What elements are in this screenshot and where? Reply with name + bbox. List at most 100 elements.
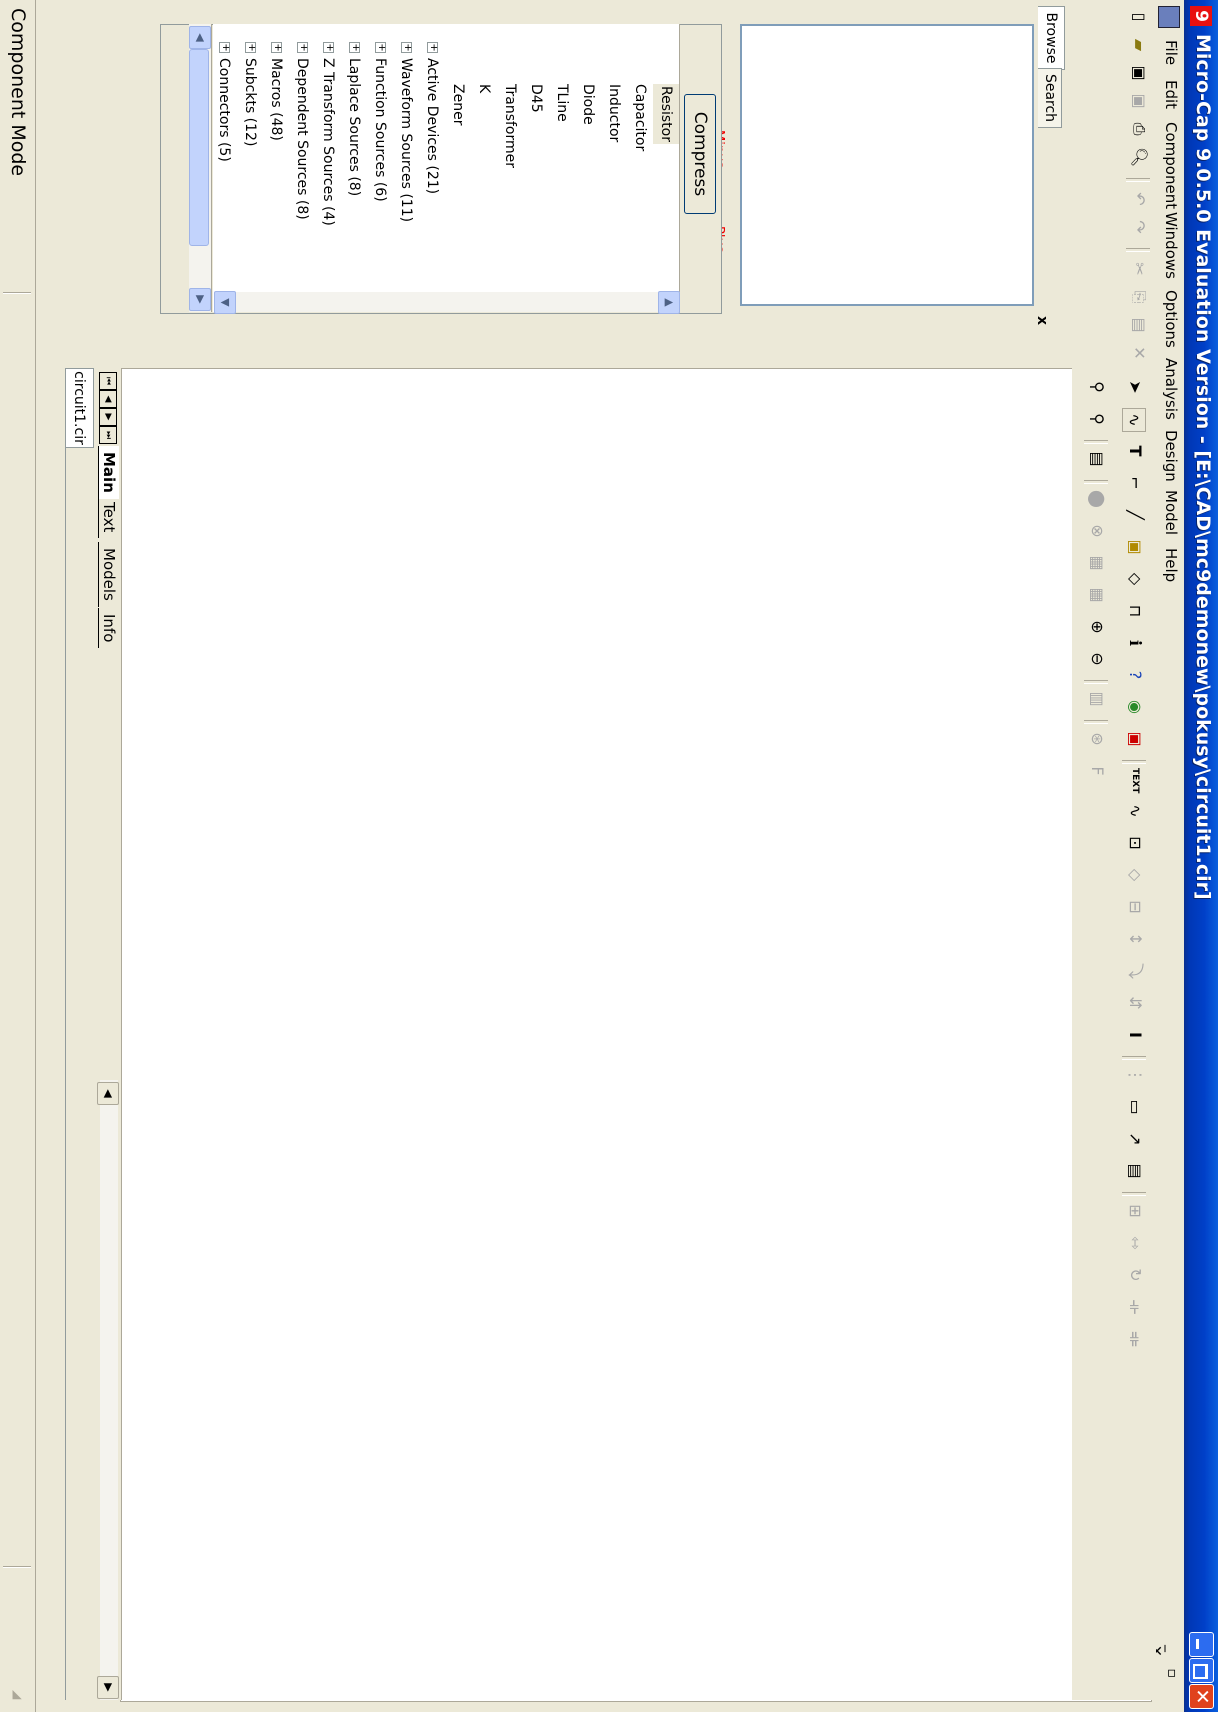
tree-group-dependent-sources[interactable]: + Dependent Sources (8) — [289, 24, 315, 294]
tree-item-k[interactable]: K — [471, 24, 497, 294]
find-icon[interactable]: ⚲ — [1086, 376, 1108, 398]
point-to-end-icon[interactable]: ▣ — [1124, 728, 1146, 750]
properties-icon[interactable]: ▤ — [1086, 448, 1108, 470]
save-icon[interactable]: ▣ — [1128, 62, 1150, 84]
resize-grip-icon[interactable]: ◢ — [11, 1690, 25, 1699]
select-mode-icon[interactable]: ➤ — [1124, 376, 1146, 398]
scroll-left-icon[interactable]: ◀ — [189, 26, 211, 49]
undo-icon[interactable]: ↶ — [1128, 188, 1150, 210]
schematic-canvas[interactable] — [120, 368, 1152, 1702]
menu-file[interactable]: File — [1162, 40, 1180, 65]
node-voltage-icon[interactable]: ◇ — [1124, 864, 1146, 886]
last-page-icon[interactable]: ⏭ — [99, 426, 117, 444]
prev-page-icon[interactable]: ◀ — [99, 390, 117, 408]
title-block-icon[interactable]: ▤ — [1124, 1160, 1146, 1182]
text-mode-icon[interactable]: T — [1124, 440, 1146, 462]
print-icon[interactable]: ⎙ — [1128, 118, 1150, 140]
ungroup-icon[interactable]: ▦ — [1086, 584, 1108, 606]
tree-group-function-sources[interactable]: + Function Sources (6) — [367, 24, 393, 294]
find-all-icon[interactable]: ⚲ — [1086, 408, 1108, 430]
expand-icon[interactable]: + — [427, 42, 439, 53]
tree-item-tline[interactable]: TLine — [549, 24, 575, 294]
title-bar[interactable]: 9 Micro-Cap 9.0.5.0 Evaluation Version -… — [1184, 0, 1218, 1712]
tree-item-zener[interactable]: Zener — [445, 24, 471, 294]
tab-models[interactable]: Models — [98, 542, 119, 607]
menu-model[interactable]: Model — [1162, 490, 1180, 535]
mirror-icon[interactable]: ⇿ — [1124, 1232, 1146, 1254]
menu-help[interactable]: Help — [1162, 548, 1180, 582]
menu-component[interactable]: Component — [1162, 122, 1180, 209]
align-icon[interactable]: ⊞ — [1124, 1200, 1146, 1222]
border-icon[interactable]: ▭ — [1124, 1096, 1146, 1118]
menu-windows[interactable]: Windows — [1162, 212, 1180, 279]
tab-main[interactable]: Main — [98, 446, 119, 499]
rotate-icon[interactable]: ↻ — [1124, 1264, 1146, 1286]
help-mode-icon[interactable]: ? — [1124, 664, 1146, 686]
menu-design[interactable]: Design — [1162, 430, 1180, 482]
probe-icon[interactable]: ↗ — [1124, 1128, 1146, 1150]
show-power-icon[interactable]: ↕ — [1124, 928, 1146, 950]
close-icon[interactable]: ✕ — [1189, 1684, 1214, 1709]
expand-icon[interactable]: + — [245, 42, 257, 53]
show-text-icon[interactable]: TEXT — [1124, 768, 1146, 793]
scroll-down-icon[interactable]: ▼ — [214, 291, 236, 314]
expand-icon[interactable]: + — [323, 42, 335, 53]
expand-icon[interactable]: + — [375, 42, 387, 53]
flip-y-icon[interactable]: ⟚ — [1124, 1328, 1146, 1350]
pin-connections-icon[interactable]: ⊡ — [1124, 832, 1146, 854]
tree-item-transformer[interactable]: Transformer — [497, 24, 523, 294]
tree-item-inductor[interactable]: Inductor — [601, 24, 627, 294]
tab-search[interactable]: Search — [1038, 68, 1062, 128]
print-preview-icon[interactable]: 🔍︎ — [1128, 146, 1150, 168]
tab-browse[interactable]: Browse — [1038, 6, 1065, 70]
tab-info[interactable]: Info — [98, 608, 119, 649]
tree-item-d45[interactable]: D45 — [523, 24, 549, 294]
panel-close-icon[interactable]: x — [1034, 316, 1050, 325]
tree-vertical-scrollbar[interactable]: ▲ ▼ — [214, 291, 680, 314]
node-numbers-icon[interactable]: I — [1124, 1024, 1146, 1046]
redo-icon[interactable]: ↷ — [1128, 216, 1150, 238]
tree-horizontal-scrollbar[interactable]: ◀ ▶ — [189, 24, 212, 312]
show-condition-icon[interactable]: ⤵ — [1124, 960, 1146, 982]
scrollbar-thumb[interactable] — [189, 49, 209, 246]
expand-icon[interactable]: + — [297, 42, 309, 53]
graphics-icon[interactable]: ◇ — [1124, 568, 1146, 590]
menu-analysis[interactable]: Analysis — [1162, 358, 1180, 420]
flip-x-icon[interactable]: ⟛ — [1124, 1296, 1146, 1318]
on-off-icon[interactable]: ⇵ — [1124, 992, 1146, 1014]
tree-item-diode[interactable]: Diode — [575, 24, 601, 294]
expand-icon[interactable]: + — [349, 42, 361, 53]
font-icon[interactable]: F — [1086, 760, 1108, 782]
scroll-up-icon[interactable]: ▲ — [658, 291, 680, 314]
app-icon[interactable]: 9 — [1190, 6, 1212, 26]
cancel-icon[interactable]: ⊗ — [1086, 520, 1108, 542]
stop-icon[interactable]: ⬤ — [1086, 488, 1108, 510]
scroll-left-icon[interactable]: ◀ — [97, 1082, 119, 1105]
delete-icon[interactable]: ✕ — [1128, 342, 1150, 364]
new-file-icon[interactable]: ▯ — [1128, 6, 1150, 28]
compress-button[interactable]: Compress — [684, 94, 716, 214]
info-icon[interactable]: ℹ — [1124, 632, 1146, 654]
show-attribute-icon[interactable]: ∿ — [1124, 800, 1146, 822]
zoom-out-icon[interactable]: ⊖ — [1086, 648, 1108, 670]
save-all-icon[interactable]: ▣ — [1128, 90, 1150, 112]
maximize-icon[interactable] — [1189, 1658, 1214, 1683]
next-page-icon[interactable]: ▶ — [99, 408, 117, 426]
zoom-in-icon[interactable]: ⊕ — [1086, 616, 1108, 638]
component-tree[interactable]: Resistor Capacitor Inductor Diode TLine … — [213, 24, 680, 312]
grid-icon[interactable]: ⋮ — [1124, 1064, 1146, 1086]
scroll-right-icon[interactable]: ▶ — [189, 288, 211, 311]
diagonal-wire-icon[interactable]: ╱ — [1124, 504, 1146, 526]
wire-mode-icon[interactable]: ⌐ — [1124, 472, 1146, 494]
canvas-horizontal-scrollbar[interactable]: ◀ ▶ — [97, 1080, 119, 1700]
document-icon[interactable] — [1158, 6, 1180, 28]
first-page-icon[interactable]: ⏮ — [99, 372, 117, 390]
expand-icon[interactable]: + — [219, 42, 231, 53]
tree-group-waveform-sources[interactable]: + Waveform Sources (11) — [393, 24, 419, 294]
tree-group-laplace-sources[interactable]: + Laplace Sources (8) — [341, 24, 367, 294]
copy-icon[interactable]: ⎘ — [1128, 286, 1150, 308]
tree-group-subckts[interactable]: + Subckts (12) — [237, 24, 263, 294]
tree-item-resistor[interactable]: Resistor — [653, 24, 679, 294]
paste-icon[interactable]: ▤ — [1128, 314, 1150, 336]
point-to-point-icon[interactable]: ◉ — [1124, 696, 1146, 718]
